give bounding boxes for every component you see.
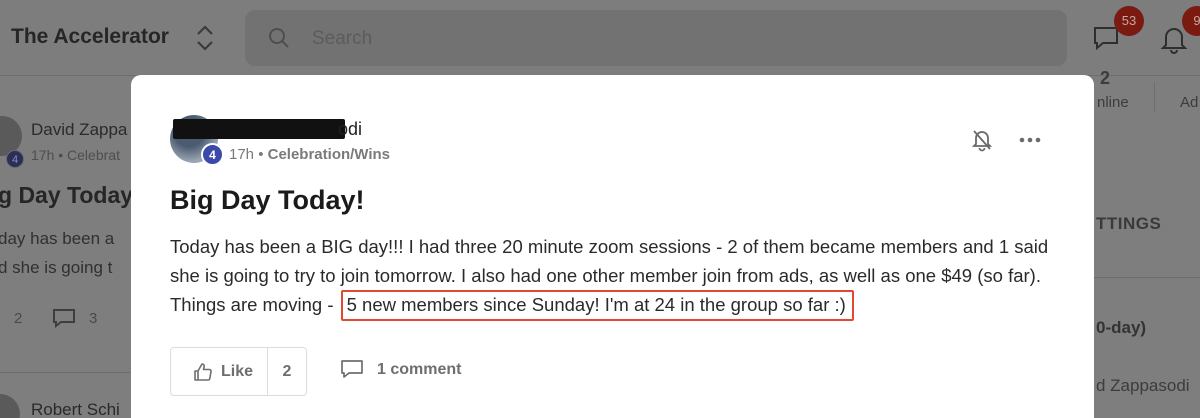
online-label: nline (1097, 94, 1129, 111)
post-modal: odi 4 17h • Celebration/Wins Big Day Tod… (131, 75, 1094, 418)
admin-label: Ad (1180, 94, 1199, 111)
like-button[interactable]: Like (171, 348, 268, 395)
like-count[interactable]: 2 (14, 310, 22, 327)
background-sidebar: 2 nline Ad TTINGS 0-day) d Zappasodi (1094, 68, 1200, 418)
comment-label: 1 comment (377, 360, 462, 378)
comment-button[interactable]: 1 comment (340, 359, 461, 380)
comment-count[interactable]: 3 (89, 310, 97, 327)
post-title[interactable]: g Day Today! (0, 182, 141, 209)
post-category[interactable]: Celebration/Wins (268, 146, 390, 163)
comment-icon[interactable] (52, 308, 76, 328)
post-meta: 17h • Celebrat (31, 147, 120, 163)
like-label: Like (221, 362, 254, 380)
author-name[interactable]: David Zappa (31, 120, 127, 140)
divider (0, 372, 130, 373)
search-icon (269, 28, 289, 48)
post-title: Big Day Today! (170, 185, 365, 215)
thumbs-up-icon (194, 362, 212, 381)
like-count[interactable]: 2 (268, 348, 306, 395)
background-feed: 4 David Zappa 17h • Celebrat g Day Today… (0, 76, 141, 418)
post-body: Today has been a BIG day!!! I had three … (170, 232, 1070, 321)
search-bar[interactable]: Search (245, 10, 1067, 66)
top-navigation-bar: The Accelerator Search 53 9 (0, 0, 1200, 76)
redacted-author-name (173, 119, 345, 139)
settings-button[interactable]: TTINGS (1096, 214, 1161, 234)
bell-off-icon[interactable] (971, 128, 993, 152)
author-name[interactable]: odi (338, 119, 362, 140)
challenge-author: d Zappasodi (1096, 376, 1190, 395)
level-badge: 4 (6, 150, 24, 168)
like-control: Like 2 (170, 347, 307, 396)
level-badge: 4 (201, 143, 224, 166)
switch-chevron-icon[interactable] (194, 22, 216, 54)
challenge-title[interactable]: 0-day) (1096, 318, 1146, 338)
more-options-icon[interactable] (1018, 129, 1042, 151)
post-meta: 17h • Celebration/Wins (229, 146, 390, 163)
avatar (0, 394, 20, 418)
search-input[interactable]: Search (312, 28, 372, 50)
highlighted-text: 5 new members since Sunday! I'm at 24 in… (340, 290, 854, 321)
author-name[interactable]: Robert Schi (31, 400, 120, 418)
chat-count-badge: 53 (1114, 6, 1144, 36)
stat-value: 2 (1100, 68, 1111, 88)
divider (1154, 82, 1155, 112)
post-body-line: day has been a (0, 229, 115, 248)
comment-icon (341, 360, 363, 378)
meta-separator: • (258, 146, 268, 163)
post-body-line: d she is going t (0, 258, 113, 277)
post-time: 17h (229, 146, 255, 163)
divider (1094, 277, 1200, 278)
community-title[interactable]: The Accelerator (11, 25, 169, 49)
